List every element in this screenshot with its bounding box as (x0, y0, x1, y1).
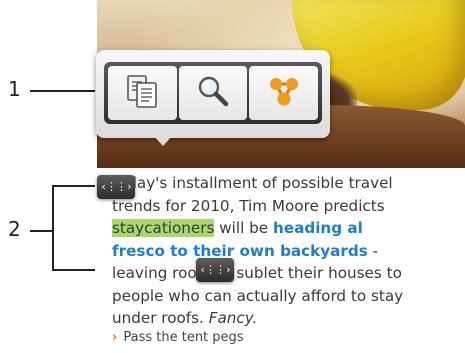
text-selection-toolbar (96, 50, 330, 146)
more-link[interactable]: › Pass the tent pegs (112, 330, 244, 345)
selection-start-handle[interactable]: ‹⋮⋮› (97, 175, 135, 199)
copy-icon (123, 72, 161, 114)
article-body: today's installment of possible travel t… (112, 172, 412, 330)
toolbar-button-group (104, 62, 322, 124)
callout-1-leader (30, 90, 103, 92)
chevron-right-icon: › (112, 330, 118, 345)
article-text-2: will be (214, 219, 273, 237)
search-button[interactable] (178, 66, 248, 120)
article-text-fancy: Fancy. (208, 309, 258, 327)
toolbar-pointer (154, 136, 172, 146)
callout-number-2: 2 (8, 217, 21, 241)
copy-button[interactable] (108, 66, 177, 120)
callout-number-1: 1 (8, 77, 21, 101)
callout-2-bracket-vertical (52, 185, 54, 270)
selected-text[interactable]: staycationers (112, 219, 215, 237)
search-icon (194, 72, 232, 114)
share-icon (265, 72, 303, 114)
article-paragraph: today's installment of possible travel t… (112, 172, 412, 330)
article-text-1: today's installment of possible travel t… (112, 174, 393, 215)
more-link-label: Pass the tent pegs (123, 330, 244, 345)
share-button[interactable] (249, 66, 319, 120)
callout-2-leader (30, 230, 52, 232)
selection-end-handle[interactable]: ‹⋮⋮› (196, 258, 234, 282)
callout-2-bracket-top (52, 185, 96, 187)
